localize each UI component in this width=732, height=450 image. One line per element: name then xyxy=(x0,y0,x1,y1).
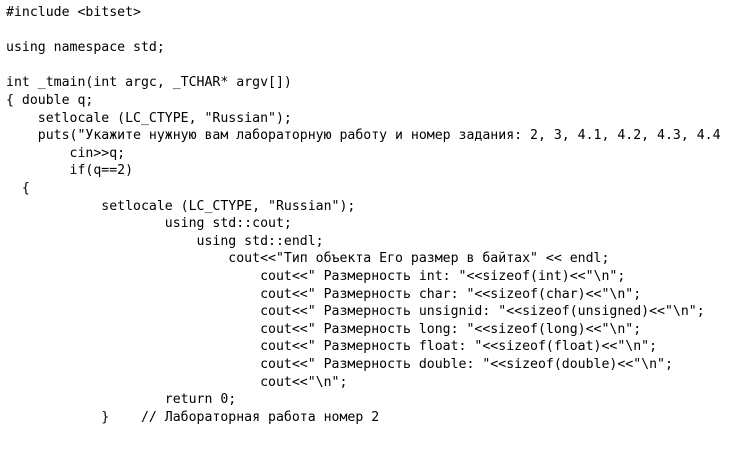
code-line-cout-double: cout<<" Размерность double: "<<sizeof(do… xyxy=(6,357,673,372)
code-line-cout-int: cout<<" Размерность int: "<<sizeof(int)<… xyxy=(6,269,626,284)
code-line-using-endl: using std::endl; xyxy=(6,233,324,249)
code-line-cout-header: cout<<"Тип объекта Его размер в байтах" … xyxy=(6,251,610,267)
code-line-cout-float: cout<<" Размерность float: "<<sizeof(flo… xyxy=(6,339,658,355)
code-line-double-q: { double q; xyxy=(6,93,94,108)
code-line-include: #include <bitset> xyxy=(6,5,141,20)
code-line-cin: cin>>q; xyxy=(6,145,126,161)
code-line-open-brace: { xyxy=(6,181,30,196)
code-line-cout-long: cout<<" Размерность long: "<<sizeof(long… xyxy=(6,321,642,337)
code-line-cout-char: cout<<" Размерность char: "<<sizeof(char… xyxy=(6,286,642,302)
code-line-using-cout: using std::cout; xyxy=(6,216,292,232)
code-line-cout-unsigned: cout<<" Размерность unsignid: "<<sizeof(… xyxy=(6,304,705,320)
code-line-if: if(q==2) xyxy=(6,163,134,179)
code-editor[interactable]: #include <bitset> using namespace std; i… xyxy=(0,0,732,450)
code-line-using-namespace: using namespace std; xyxy=(6,40,165,56)
code-line-setlocale-inner: setlocale (LC_CTYPE, "Russian"); xyxy=(6,198,356,214)
code-line-main-signature: int _tmain(int argc, _TCHAR* argv[]) xyxy=(6,75,292,91)
code-line-setlocale: setlocale (LC_CTYPE, "Russian"); xyxy=(6,110,292,126)
code-line-puts: puts("Укажите нужную вам лабораторную ра… xyxy=(6,128,721,144)
code-line-return: return 0; xyxy=(6,392,237,408)
code-line-cout-newline: cout<<"\n"; xyxy=(6,374,348,390)
code-line-close-brace-comment: } // Лабораторная работа номер 2 xyxy=(6,409,380,425)
